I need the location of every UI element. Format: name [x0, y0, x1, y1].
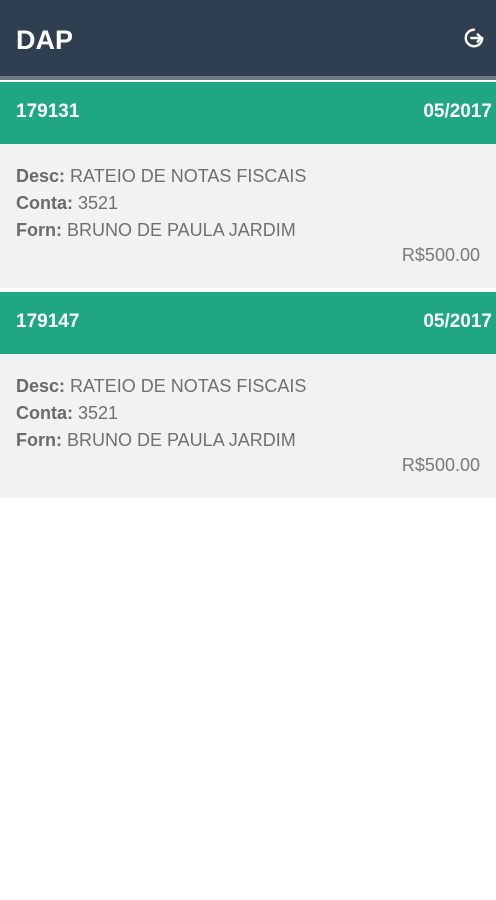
- desc-value: RATEIO DE NOTAS FISCAIS: [70, 376, 307, 396]
- item-body: Desc: RATEIO DE NOTAS FISCAIS Conta: 352…: [0, 144, 496, 288]
- conta-label: Conta:: [16, 403, 73, 423]
- list-item[interactable]: 179131 05/2017 Desc: RATEIO DE NOTAS FIS…: [0, 82, 496, 288]
- item-date: 05/2017: [423, 311, 492, 332]
- amount-value: R$500.00: [401, 245, 480, 265]
- app-bar: DAP: [0, 0, 496, 80]
- app-title: DAP: [16, 25, 74, 55]
- forn-label: Forn:: [16, 430, 62, 450]
- desc-label: Desc:: [16, 376, 66, 396]
- logout-button[interactable]: [460, 26, 488, 54]
- list-item[interactable]: 179147 05/2017 Desc: RATEIO DE NOTAS FIS…: [0, 292, 496, 498]
- desc-row: Desc: RATEIO DE NOTAS FISCAIS: [16, 166, 306, 187]
- conta-row: Conta: 3521: [16, 193, 118, 214]
- desc-row: Desc: RATEIO DE NOTAS FISCAIS: [16, 376, 306, 397]
- forn-row: Forn: BRUNO DE PAULA JARDIM: [16, 220, 296, 241]
- desc-label: Desc:: [16, 166, 66, 186]
- forn-value: BRUNO DE PAULA JARDIM: [67, 220, 296, 240]
- forn-row: Forn: BRUNO DE PAULA JARDIM: [16, 430, 296, 451]
- dap-list: 179131 05/2017 Desc: RATEIO DE NOTAS FIS…: [0, 82, 496, 498]
- item-date: 05/2017: [423, 101, 492, 122]
- item-header: 179131 05/2017: [0, 82, 496, 144]
- conta-label: Conta:: [16, 193, 73, 213]
- logout-icon: [463, 27, 485, 54]
- forn-value: BRUNO DE PAULA JARDIM: [67, 430, 296, 450]
- desc-value: RATEIO DE NOTAS FISCAIS: [70, 166, 307, 186]
- conta-value: 3521: [78, 193, 119, 213]
- amount-value: R$500.00: [401, 455, 480, 475]
- item-header: 179147 05/2017: [0, 292, 496, 354]
- forn-label: Forn:: [16, 220, 62, 240]
- item-id: 179131: [16, 101, 80, 122]
- conta-row: Conta: 3521: [16, 403, 118, 424]
- conta-value: 3521: [78, 403, 119, 423]
- item-body: Desc: RATEIO DE NOTAS FISCAIS Conta: 352…: [0, 354, 496, 498]
- item-id: 179147: [16, 311, 80, 332]
